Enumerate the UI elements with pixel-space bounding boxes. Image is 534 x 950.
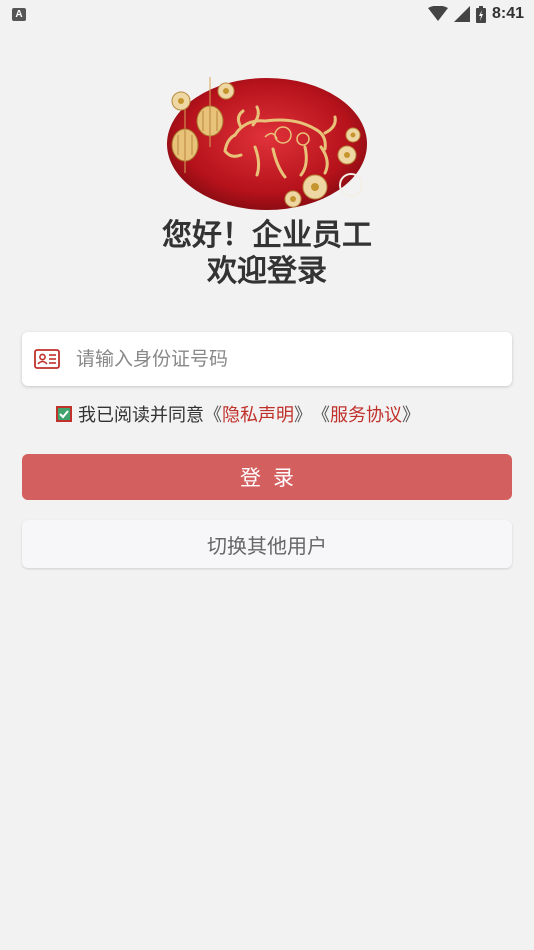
privacy-policy-link[interactable]: 隐私声明 (222, 401, 294, 427)
greeting-line1: 您好！企业员工 (162, 218, 372, 253)
service-agreement-link[interactable]: 服务协议 (330, 401, 402, 427)
open-bracket: 《 (204, 405, 222, 426)
open-bracket-2: 《 (312, 405, 330, 426)
notification-a-icon: A (12, 7, 26, 21)
close-bracket: 》 (294, 405, 312, 426)
status-time: 8:41 (491, 5, 524, 22)
id-number-field[interactable] (22, 332, 512, 386)
agreement-prefix: 我已阅读并同意 (78, 405, 204, 426)
greeting-title: 您好！企业员工 欢迎登录 (0, 218, 534, 290)
ox-year-logo (167, 77, 367, 210)
greeting-line2: 欢迎登录 (207, 254, 327, 289)
agreement-checkbox[interactable] (56, 406, 72, 422)
checkmark-icon (59, 410, 69, 419)
id-card-icon (34, 349, 60, 369)
status-left: A (12, 7, 26, 21)
login-button[interactable]: 登录 (22, 454, 512, 500)
cellular-signal-icon (453, 6, 470, 22)
status-bar: A 8:41 (0, 0, 534, 28)
close-bracket-2: 》 (402, 405, 420, 426)
wifi-icon (427, 6, 448, 21)
id-number-input[interactable] (76, 348, 512, 370)
battery-icon (475, 5, 486, 23)
switch-user-button[interactable]: 切换其他用户 (22, 520, 512, 568)
status-right: 8:41 (427, 5, 524, 23)
agreement-row: 我已阅读并同意 《 隐私声明 》 《 服务协议 》 (56, 400, 420, 428)
